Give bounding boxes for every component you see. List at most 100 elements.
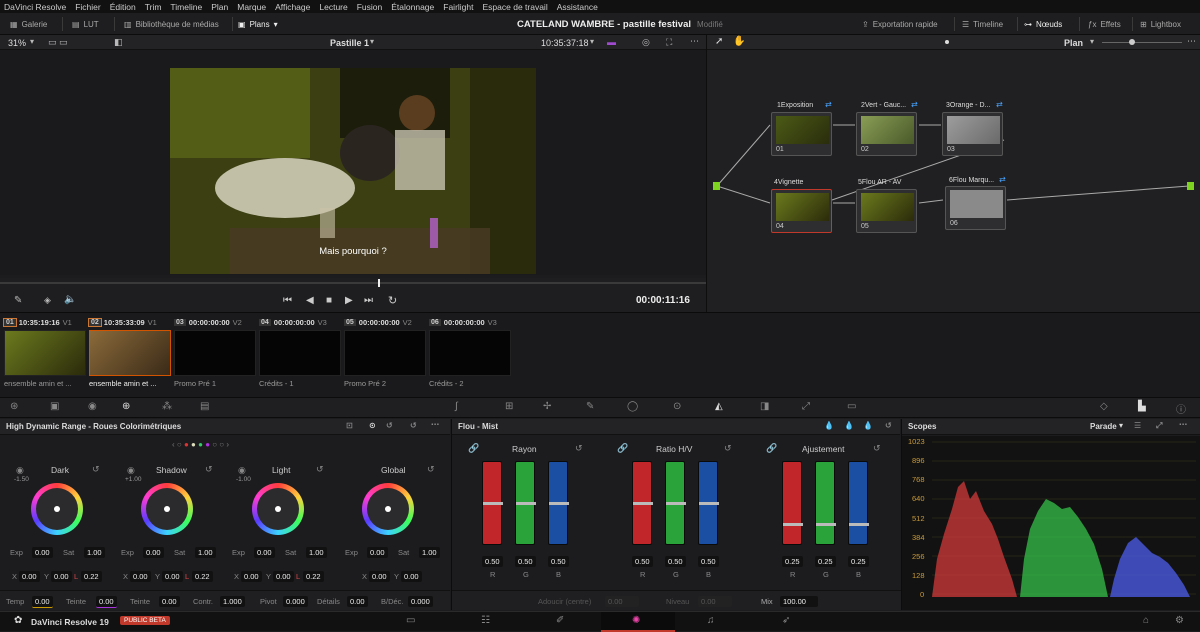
layers-icon[interactable]: ◈ [44,295,51,306]
color-page-icon[interactable]: ✺ [632,615,640,626]
expand-icon[interactable]: ⊡ [346,421,353,430]
layout-icon[interactable]: ▭ ▭ [48,37,68,48]
link-icon[interactable]: 🔗 [468,443,479,454]
clip-thumbnail[interactable]: 03 00:00:00:00 V2 Promo Pré 1 [174,317,256,397]
l-field[interactable]: 0.22 [81,571,102,582]
level-field[interactable]: 0.00 [698,596,732,607]
slider-r[interactable] [782,461,803,545]
y-field[interactable]: 0.00 [162,571,183,582]
menu-item[interactable]: DaVinci Resolve [4,2,66,12]
nodes-button[interactable]: ⊶ Nœuds [1024,13,1062,35]
drop-icon[interactable]: 💧 [844,421,854,430]
deliver-page-icon[interactable]: ➶ [782,615,790,626]
gallery-button[interactable]: ▦ Galerie [10,13,47,35]
node-6[interactable]: 06 [945,186,1006,230]
clip-thumbnail[interactable]: 01 10:35:19:16 V1 ensemble amin et ... [3,317,86,397]
scrubber-track[interactable] [0,282,706,284]
color-wheel-shadow[interactable] [141,483,193,535]
exp-field[interactable]: 0.00 [367,547,388,558]
play-reverse-icon[interactable]: ◀ [306,295,314,306]
media-page-icon[interactable]: ▭ [406,615,415,626]
chevron-down-icon[interactable]: ▾ [1090,37,1094,46]
slider-b[interactable] [848,461,869,545]
menu-item[interactable]: Fichier [75,2,101,12]
motion-effects-icon[interactable]: ▤ [200,401,209,412]
fullscreen-icon[interactable]: ⛶ [666,37,672,48]
reset-icon[interactable]: ↺ [885,421,892,430]
reset-icon[interactable]: ↺ [410,421,417,430]
zone-icon[interactable]: ↺ [386,421,393,430]
clips-button[interactable]: ▣ Plans ▾ [238,13,278,35]
home-icon[interactable]: ⌂ [1143,615,1149,626]
y-field[interactable]: 0.00 [273,571,294,582]
exp-field[interactable]: 0.00 [254,547,275,558]
target-icon[interactable]: ◉ [16,465,24,476]
clip-thumbnail[interactable]: 04 00:00:00:00 V3 Crédits - 1 [259,317,341,397]
skip-forward-icon[interactable]: ⏭ [364,295,373,306]
chevron-down-icon[interactable]: ▾ [590,37,594,46]
fusion-page-icon[interactable]: ✐ [556,615,564,626]
menu-item[interactable]: Plan [211,2,228,12]
sat-field[interactable]: 1.00 [195,547,216,558]
y-field[interactable]: 0.00 [51,571,72,582]
info-icon[interactable]: ⓘ [1176,401,1186,416]
timeline-button[interactable]: ☰ Timeline [962,13,1003,35]
waveform-toggle-icon[interactable]: ◇ [1100,401,1108,412]
slider-b[interactable] [698,461,719,545]
hand-icon[interactable]: ✋ [733,36,745,47]
quick-export-button[interactable]: ⇪ Exportation rapide [862,13,938,35]
media-pool-button[interactable]: ▥ Bibliothèque de médias [124,13,219,35]
tint-field[interactable]: 0.00 [96,596,117,608]
color-wheel-light[interactable] [252,483,304,535]
play-icon[interactable]: ▶ [345,295,353,306]
value-field[interactable]: 0.25 [782,556,803,567]
drop-icon[interactable]: 💧 [824,421,834,430]
rgb-mixer-icon[interactable]: ⁂ [162,401,172,412]
node-mode-select[interactable]: Plan [1064,38,1083,48]
l-field[interactable]: 0.22 [303,571,324,582]
value-field[interactable]: 0.50 [665,556,686,567]
contrast-field[interactable]: 1.000 [220,596,245,607]
scopes-icon[interactable]: ▙ [1138,401,1146,412]
link-icon[interactable]: 🔗 [617,443,628,454]
drop-icon[interactable]: 💧 [863,421,873,430]
color-picker-icon[interactable]: ◎ [642,37,650,48]
lut-button[interactable]: ▤ LUT [72,13,99,35]
zoom-slider-handle[interactable] [1129,39,1135,45]
bdec-field[interactable]: 0.000 [408,596,433,607]
3d-icon[interactable]: ▭ [847,401,856,412]
x-field[interactable]: 0.00 [369,571,390,582]
video-frame[interactable]: Mais pourquoi ? [170,68,536,274]
menu-item[interactable]: Assistance [557,2,598,12]
mix-field[interactable]: 100.00 [780,596,818,607]
more-icon[interactable]: ⋯ [1179,420,1187,429]
value-field[interactable]: 0.50 [548,556,569,567]
stop-icon[interactable]: ■ [326,295,332,306]
hdr-wheels-icon[interactable]: ⊕ [122,401,130,412]
menu-item[interactable]: Édition [110,2,136,12]
menu-item[interactable]: Fusion [357,2,383,12]
value-field[interactable]: 0.50 [698,556,719,567]
sat-field[interactable]: 1.00 [306,547,327,558]
more-icon[interactable]: ⋯ [690,36,699,47]
key-icon[interactable]: ◨ [760,401,769,412]
detail-field[interactable]: 0.00 [347,596,368,607]
value-field[interactable]: 0.50 [515,556,536,567]
chevron-down-icon[interactable]: ▾ [370,37,374,46]
qualifier-icon[interactable]: ✢ [543,401,551,412]
zoom-slider[interactable] [1102,42,1182,43]
color-wheel-global[interactable] [362,483,414,535]
hue-field[interactable]: 0.00 [159,596,180,607]
y-field[interactable]: 0.00 [401,571,422,582]
reset-icon[interactable]: ↺ [205,464,213,475]
clip-thumbnail[interactable]: 06 00:00:00:00 V3 Crédits - 2 [429,317,511,397]
window-icon[interactable]: ◯ [627,401,638,412]
exp-field[interactable]: 0.00 [32,547,53,558]
expand-icon[interactable]: ⤢ [1156,421,1162,431]
reset-icon[interactable]: ↺ [427,464,435,475]
primaries-icon[interactable]: ◉ [88,401,97,412]
sat-field[interactable]: 1.00 [84,547,105,558]
settings-icon[interactable]: ⚙ [1175,615,1184,626]
effects-button[interactable]: ƒx Effets [1088,13,1121,35]
lightbox-button[interactable]: ⊞ Lightbox [1140,13,1181,35]
